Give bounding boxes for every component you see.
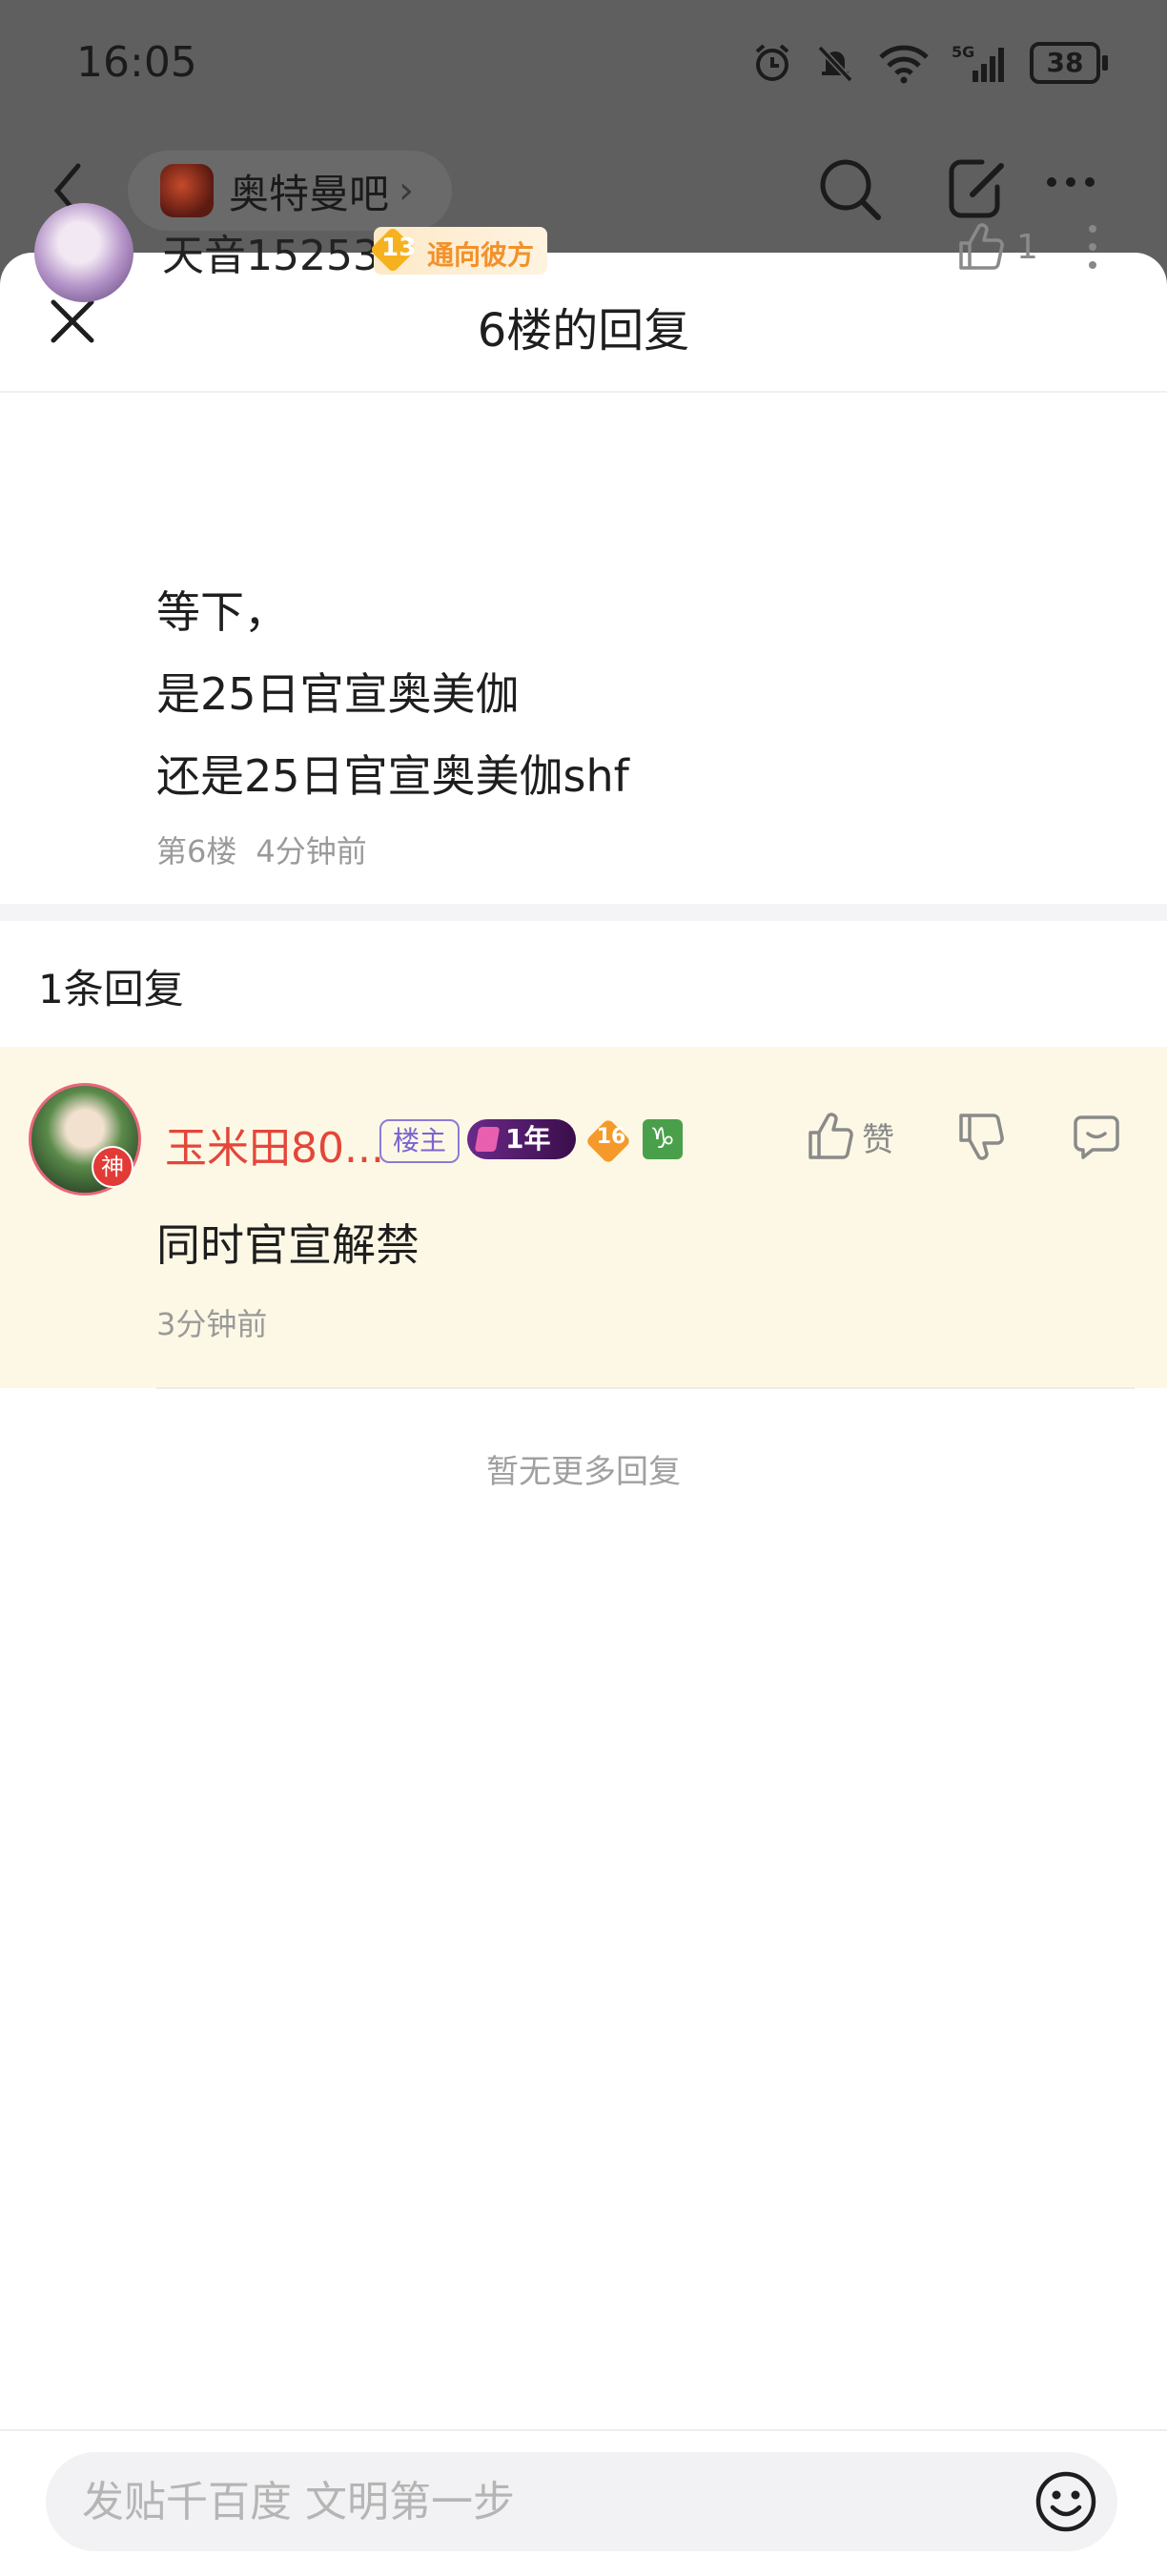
like-count: 1 — [1016, 227, 1038, 267]
divider — [156, 1387, 1135, 1389]
post-author-name[interactable]: 天音15253 — [162, 221, 379, 282]
thumbs-up-icon — [959, 223, 1004, 270]
level-number: 13 — [381, 234, 417, 262]
level-title: 通向彼方 — [427, 239, 535, 271]
like-label: 赞 — [862, 1120, 894, 1159]
status-icons: 5G 38 — [751, 42, 1108, 84]
emoji-icon[interactable] — [1034, 2469, 1098, 2534]
forum-avatar — [160, 164, 214, 217]
compose-icon[interactable] — [944, 154, 1009, 223]
alarm-icon — [755, 44, 789, 81]
forum-name: 奥特曼吧 — [229, 170, 390, 217]
avatar-badge: 神 — [92, 1146, 133, 1188]
floor-number: 第6楼 — [156, 833, 237, 869]
more-vertical-icon[interactable] — [1089, 225, 1096, 269]
post-content-line: 是25日官宣奥美伽 — [156, 668, 520, 720]
membership-year-badge: 1年 — [467, 1119, 576, 1159]
chevron-right-icon: › — [399, 169, 415, 213]
forum-chip[interactable]: 奥特曼吧 › — [128, 151, 452, 231]
avatar[interactable] — [34, 203, 133, 302]
battery-indicator: 38 — [1030, 42, 1108, 84]
like-button[interactable]: 赞 — [807, 1112, 894, 1161]
status-time: 16:05 — [76, 38, 197, 87]
reply-count: 1条回复 — [38, 966, 184, 1012]
signal-5g-icon: 5G — [952, 43, 1004, 82]
comment-icon[interactable] — [1072, 1114, 1121, 1161]
mute-bell-icon — [817, 45, 853, 83]
level-badge: 13 通向彼方 — [369, 226, 547, 275]
reply-author-name[interactable]: 玉米田80... — [165, 1114, 384, 1175]
op-tag: 楼主 — [379, 1119, 461, 1163]
post-content-line: 还是25日官宣奥美伽shf — [156, 750, 629, 802]
level-number: 16 — [596, 1125, 626, 1149]
reply-content: 同时官宣解禁 — [156, 1219, 420, 1271]
svg-text:5G: 5G — [952, 43, 974, 61]
reply-time: 3分钟前 — [156, 1306, 268, 1342]
reply-input[interactable] — [46, 2452, 1117, 2551]
thumbs-up-icon — [809, 1113, 853, 1159]
no-more-replies-label: 暂无更多回复 — [486, 1453, 681, 1491]
zodiac-capricorn-icon: ♑ — [643, 1119, 683, 1159]
thumbs-down-icon[interactable] — [957, 1112, 1005, 1161]
post-time: 4分钟前 — [256, 833, 367, 869]
section-divider — [0, 904, 1167, 921]
post-meta: 第6楼 4分钟前 — [156, 828, 367, 871]
wifi-icon — [879, 45, 929, 84]
gem-icon — [474, 1127, 501, 1152]
search-icon[interactable] — [815, 154, 884, 223]
like-button[interactable]: 1 — [957, 222, 1038, 272]
post-content-line: 等下， — [156, 586, 288, 638]
sheet-title: 6楼的回复 — [477, 304, 690, 358]
more-options-icon[interactable] — [1047, 177, 1095, 187]
